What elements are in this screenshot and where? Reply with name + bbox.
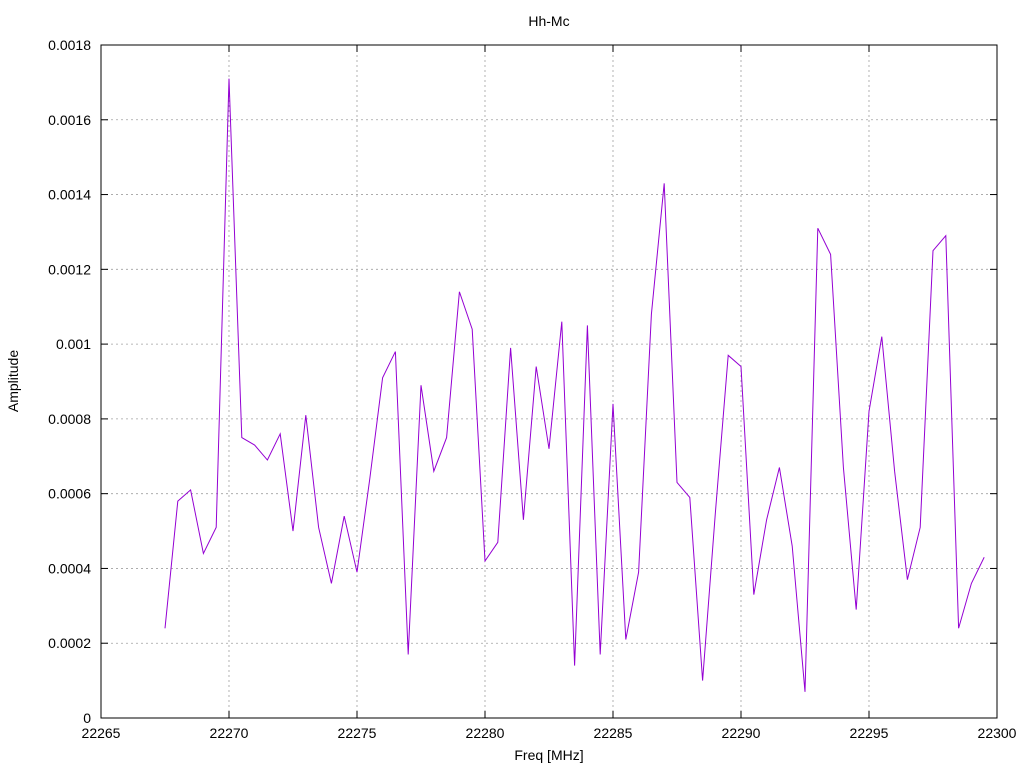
x-tick-label: 22290: [722, 725, 761, 741]
y-tick-label: 0.0004: [48, 560, 91, 576]
plot-frame: [100, 44, 998, 719]
line-chart: 22265 22270 22275 22280 22285 22290 22295 22300…: [5, 13, 1017, 763]
y-tick-label: 0.0008: [48, 411, 91, 427]
chart-title: Hh-Mc: [528, 13, 569, 29]
series-layer: [164, 78, 985, 692]
grid-layer: [101, 45, 997, 718]
chart-container: 22265 22270 22275 22280 22285 22290 22295 22300…: [0, 0, 1024, 768]
series-line-0: [164, 78, 985, 692]
x-tick-label: 22295: [850, 725, 889, 741]
x-tick-label: 22270: [210, 725, 249, 741]
x-tick-label: 22265: [82, 725, 121, 741]
x-tick-label: 22300: [978, 725, 1017, 741]
ticks-layer: [100, 44, 998, 719]
y-tick-label: 0.0002: [48, 635, 91, 651]
x-tick-label: 22280: [466, 725, 505, 741]
y-axis-title: Amplitude: [5, 350, 21, 412]
labels-layer: 22265 22270 22275 22280 22285 22290 22295 22300…: [48, 37, 1017, 741]
x-tick-label: 22285: [594, 725, 633, 741]
x-axis-title: Freq [MHz]: [514, 747, 583, 763]
y-tick-label: 0.001: [56, 336, 91, 352]
y-tick-label: 0.0012: [48, 261, 91, 277]
x-tick-label: 22275: [338, 725, 377, 741]
y-tick-label: 0: [83, 710, 91, 726]
y-tick-label: 0.0014: [48, 187, 91, 203]
y-tick-label: 0.0006: [48, 486, 91, 502]
y-tick-label: 0.0016: [48, 112, 91, 128]
y-tick-label: 0.0018: [48, 37, 91, 53]
